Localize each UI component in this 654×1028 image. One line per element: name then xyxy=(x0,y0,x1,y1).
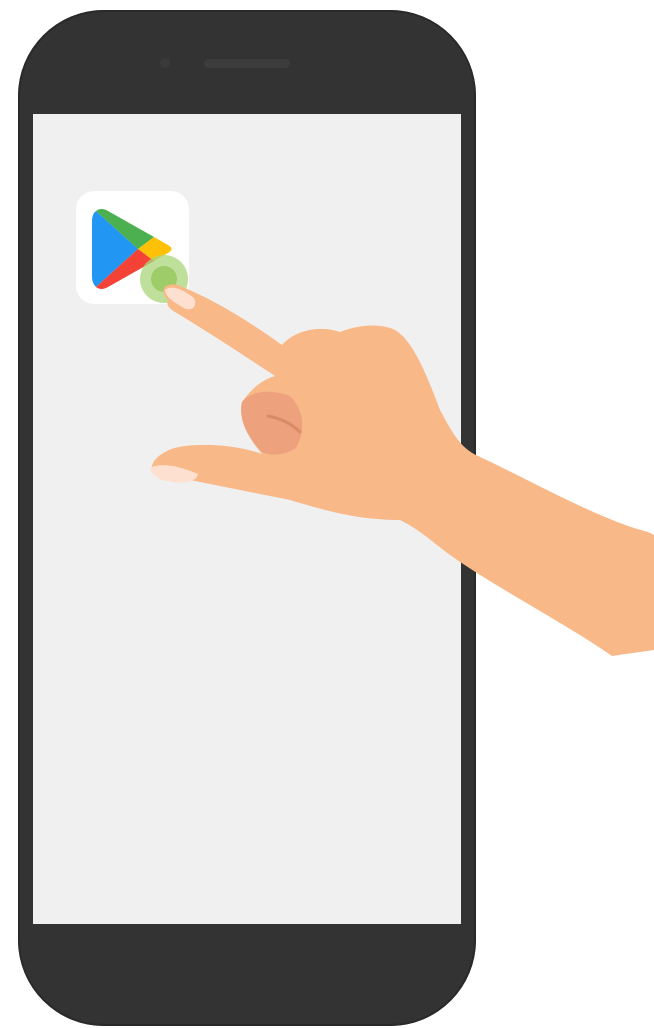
tap-ripple-inner xyxy=(151,266,177,292)
speaker-grille xyxy=(204,59,290,68)
stage xyxy=(0,0,654,1028)
front-camera-icon xyxy=(160,58,170,68)
